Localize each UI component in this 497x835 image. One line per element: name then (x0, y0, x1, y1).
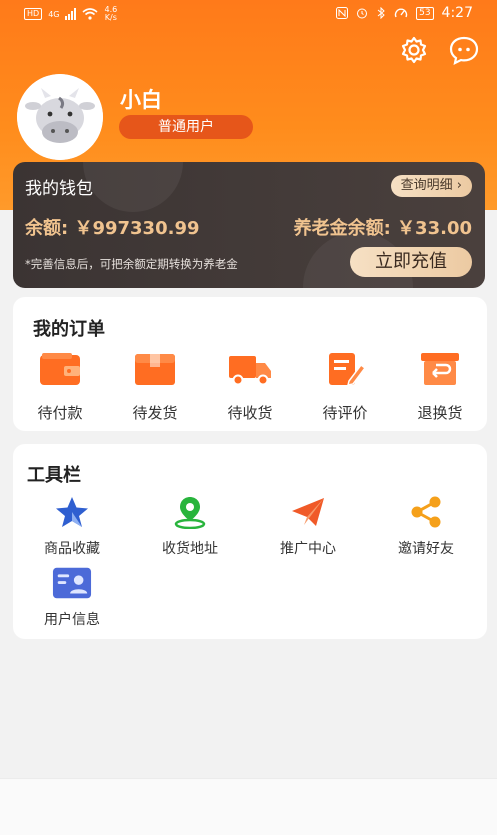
topup-button[interactable]: 立即充值 (350, 247, 472, 277)
wallet-title: 我的钱包 (25, 179, 93, 199)
clock: 4:27 (441, 5, 473, 21)
order-label: 退换货 (417, 404, 463, 422)
truck-icon (229, 356, 271, 386)
share-icon (406, 494, 446, 530)
speed-icon (394, 8, 408, 18)
alarm-icon (357, 8, 368, 19)
message-icon (449, 36, 479, 65)
tool-label: 商品收藏 (44, 541, 100, 557)
orders-title: 我的订单 (33, 319, 105, 340)
tool-favorites[interactable]: 商品收藏 (17, 494, 127, 558)
wallet-icon (40, 353, 80, 385)
order-label: 待发货 (132, 404, 178, 422)
bottom-bar (0, 778, 497, 835)
nfc-icon (336, 7, 349, 19)
orders-card: 我的订单 待付款 待发货 待收货 待评价 退换货 (13, 297, 487, 431)
tool-address[interactable]: 收货地址 (135, 494, 245, 558)
query-detail-button[interactable]: 查询明细 › (390, 175, 472, 197)
pension-balance: 养老金余额: ￥33.00 (293, 218, 472, 239)
wallet-decoration (83, 162, 183, 212)
tool-label: 用户信息 (44, 612, 100, 628)
wallet-tip: *完善信息后，可把余额定期转换为养老金 (25, 257, 238, 271)
box-icon (135, 354, 175, 385)
order-label: 待收货 (227, 404, 273, 422)
wifi-icon (82, 8, 99, 20)
tools-title: 工具栏 (27, 465, 81, 486)
tool-promotion[interactable]: 推广中心 (253, 494, 363, 558)
settings-icon (401, 36, 427, 64)
order-pending-payment[interactable]: 待付款 (20, 351, 100, 423)
message-button[interactable] (448, 34, 480, 66)
bluetooth-icon (377, 7, 385, 19)
order-label: 待评价 (322, 404, 368, 422)
tool-label: 收货地址 (162, 541, 218, 557)
star-icon (52, 494, 92, 530)
user-level-badge: 普通用户 (119, 115, 253, 139)
order-pending-shipment[interactable]: 待发货 (115, 351, 195, 423)
cow-avatar-icon (17, 74, 103, 160)
tool-invite[interactable]: 邀请好友 (371, 494, 481, 558)
speed-unit: K/s (104, 13, 117, 22)
signal-icon (65, 8, 77, 20)
username: 小白 (120, 88, 162, 112)
wallet-card: 我的钱包 查询明细 › 余额: ￥997330.99 养老金余额: ￥33.00… (13, 162, 485, 288)
location-icon (170, 494, 210, 530)
battery-icon: 53 (416, 6, 434, 20)
net-speed: 4.6 K/s (104, 6, 117, 22)
settings-button[interactable] (398, 34, 430, 66)
avatar[interactable] (17, 74, 103, 160)
tools-card: 工具栏 商品收藏 收货地址 推广中心 邀请好友 用户信息 (13, 444, 487, 639)
user-card-icon (52, 565, 92, 601)
tool-label: 推广中心 (280, 541, 336, 557)
order-return-exchange[interactable]: 退换货 (400, 351, 480, 423)
order-pending-review[interactable]: 待评价 (305, 351, 385, 423)
review-icon (329, 353, 367, 386)
tool-label: 邀请好友 (398, 541, 454, 557)
hd-badge: HD (24, 8, 43, 20)
order-pending-receipt[interactable]: 待收货 (210, 351, 290, 423)
tool-user-info[interactable]: 用户信息 (17, 565, 127, 629)
order-label: 待付款 (37, 404, 83, 422)
balance: 余额: ￥997330.99 (25, 218, 200, 239)
return-icon (421, 353, 459, 385)
network-label: 4G (48, 9, 60, 19)
status-bar: HD 4G 4.6 K/s 53 4:27 (0, 0, 497, 26)
send-icon (288, 494, 328, 530)
